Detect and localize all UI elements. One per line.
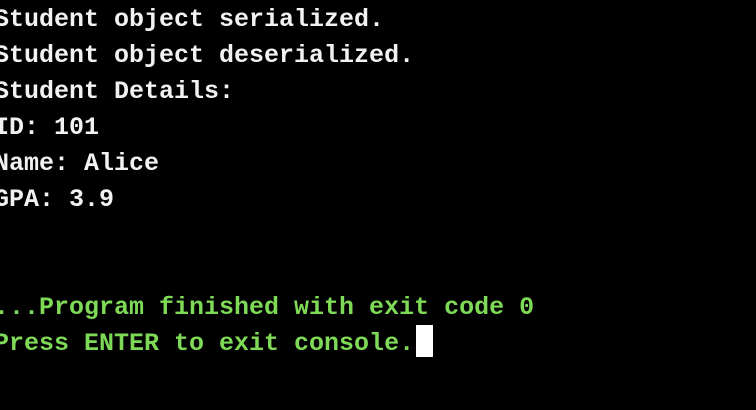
output-line-name: Name: Alice — [0, 149, 160, 178]
exit-code-message: ...Program finished with exit code 0 — [0, 293, 535, 322]
output-line-details-heading: Student Details: — [0, 77, 235, 106]
output-line-serialized: Student object serialized. — [0, 5, 385, 34]
press-enter-prompt-row: Press ENTER to exit console. — [0, 325, 434, 362]
output-line-deserialized: Student object deserialized. — [0, 41, 415, 70]
output-line-id: ID: 101 — [0, 113, 100, 142]
press-enter-prompt: Press ENTER to exit console. — [0, 329, 415, 358]
terminal-console[interactable]: Student object serialized. Student objec… — [0, 0, 756, 410]
output-line-gpa: GPA: 3.9 — [0, 185, 115, 214]
text-cursor — [416, 325, 434, 358]
